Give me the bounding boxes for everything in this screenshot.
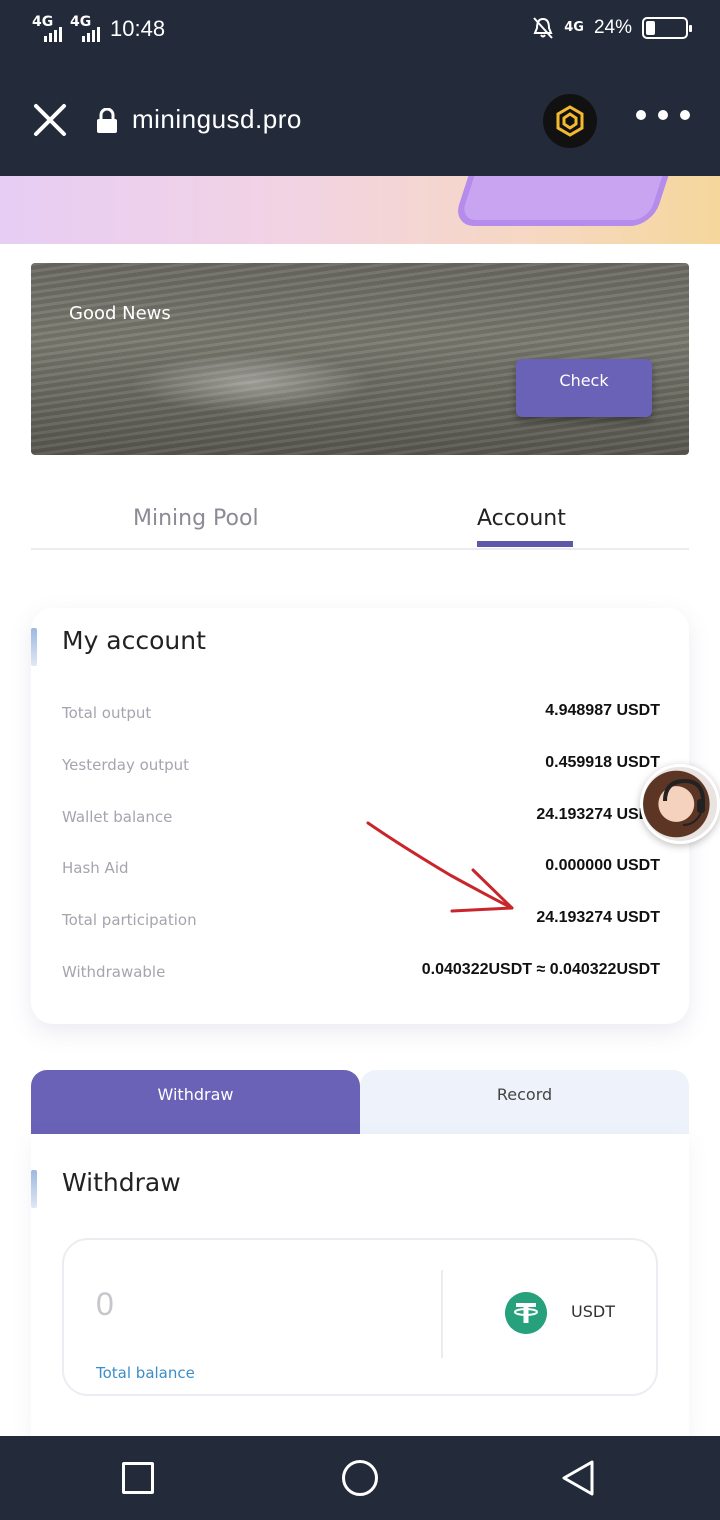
row-value: 0.040322USDT ≈ 0.040322USDT	[421, 961, 660, 978]
currency-label[interactable]: USDT	[571, 1302, 615, 1321]
news-banner: Good News Check	[31, 263, 689, 455]
tab-withdraw[interactable]: Withdraw	[31, 1070, 360, 1134]
row-value: 0.459918 USDT	[545, 754, 660, 771]
news-title: Good News	[69, 303, 171, 324]
section-marker	[31, 628, 37, 666]
check-button[interactable]: Check	[516, 359, 652, 417]
status-bar: 4G 4G 10:48 4G 24%	[0, 0, 720, 64]
mute-bell-icon	[533, 17, 553, 39]
tab-record[interactable]: Record	[360, 1070, 689, 1134]
withdraw-input-box[interactable]: 0 Total balance USDT	[62, 1238, 658, 1396]
status-left: 4G 4G 10:48	[32, 14, 166, 42]
binance-icon[interactable]	[543, 94, 597, 148]
hero-illustration	[452, 176, 688, 226]
row-label: Total participation	[62, 911, 197, 929]
total-balance-link[interactable]: Total balance	[96, 1364, 195, 1382]
browser-toolbar: miningusd.pro	[0, 64, 720, 176]
url-text[interactable]: miningusd.pro	[132, 104, 302, 135]
tab-mining-pool[interactable]: Mining Pool	[133, 506, 259, 531]
withdraw-section: Withdraw 0 Total balance USDT	[31, 1134, 689, 1436]
row-label: Wallet balance	[62, 808, 173, 826]
back-icon[interactable]	[560, 1458, 596, 1498]
section-marker	[31, 1170, 37, 1208]
battery-percent: 24%	[593, 17, 632, 38]
withdraw-title: Withdraw	[62, 1168, 181, 1197]
battery-icon	[642, 17, 692, 39]
tab-account[interactable]: Account	[477, 506, 566, 531]
close-icon[interactable]	[32, 102, 68, 138]
account-row: Yesterday output 0.459918 USDT	[62, 750, 660, 780]
more-horizontal-icon[interactable]	[636, 110, 690, 120]
active-tab-indicator	[477, 541, 573, 547]
row-label: Total output	[62, 704, 152, 722]
row-label: Withdrawable	[62, 963, 166, 981]
row-value: 4.948987 USDT	[545, 702, 660, 719]
network-label: 4G	[564, 20, 584, 35]
recent-apps-icon[interactable]	[122, 1462, 154, 1494]
amount-input[interactable]: 0	[96, 1286, 114, 1323]
clock: 10:48	[110, 16, 166, 41]
main-tabs: Mining Pool Account	[31, 490, 689, 550]
account-row: Total output 4.948987 USDT	[62, 698, 660, 728]
customer-support-icon[interactable]	[640, 764, 720, 844]
row-value: 0.000000 USDT	[545, 857, 660, 874]
row-label: Yesterday output	[62, 756, 190, 774]
account-row: Withdrawable 0.040322USDT ≈ 0.040322USDT	[62, 957, 660, 987]
tether-icon	[505, 1292, 547, 1334]
system-nav-bar	[0, 1436, 720, 1520]
row-value: 24.193274 USDT	[536, 909, 660, 926]
account-title: My account	[62, 626, 206, 655]
home-icon[interactable]	[342, 1460, 378, 1496]
lock-icon	[97, 108, 117, 133]
divider	[441, 1270, 443, 1358]
row-label: Hash Aid	[62, 859, 129, 877]
annotation-arrow-icon	[366, 821, 514, 913]
signal-icon: 4G	[32, 14, 62, 42]
hero-banner	[0, 176, 720, 244]
signal-icon: 4G	[70, 14, 100, 42]
status-right: 4G 24%	[532, 16, 692, 40]
